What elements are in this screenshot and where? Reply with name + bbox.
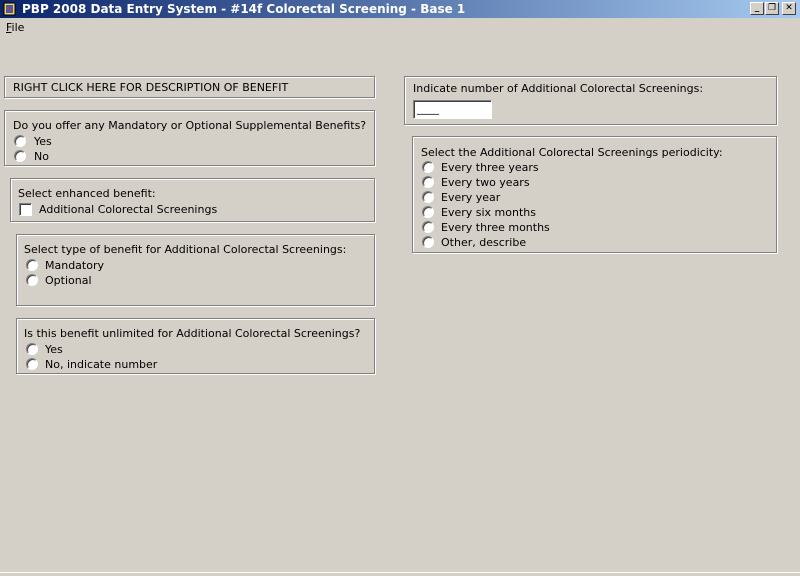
unlimited-group: Is this benefit unlimited for Additional… <box>16 318 375 374</box>
number-label: Indicate number of Additional Colorectal… <box>413 82 704 95</box>
period-other-label: Other, describe <box>441 236 527 249</box>
period-two-years-label: Every two years <box>441 176 530 189</box>
type-optional-label: Optional <box>45 274 92 287</box>
additional-screenings-checkbox[interactable] <box>19 203 32 216</box>
unlimited-question: Is this benefit unlimited for Additional… <box>24 327 361 340</box>
period-every-year-radio[interactable] <box>422 191 434 203</box>
unlimited-yes-radio[interactable] <box>26 343 38 355</box>
description-link[interactable]: RIGHT CLICK HERE FOR DESCRIPTION OF BENE… <box>13 81 288 94</box>
window-title: PBP 2008 Data Entry System - #14f Colore… <box>22 2 466 16</box>
enhanced-benefit-label: Select enhanced benefit: <box>18 187 156 200</box>
status-divider <box>0 572 800 573</box>
period-three-months-radio[interactable] <box>422 221 434 233</box>
period-other-radio[interactable] <box>422 236 434 248</box>
offer-yes-radio[interactable] <box>14 135 26 147</box>
offer-question: Do you offer any Mandatory or Optional S… <box>13 119 367 132</box>
number-input[interactable]: ____ <box>413 100 492 119</box>
offer-no-label: No <box>34 150 49 163</box>
benefit-type-group: Select type of benefit for Additional Co… <box>16 234 375 306</box>
unlimited-yes-label: Yes <box>45 343 63 356</box>
menu-bar: File <box>0 19 800 37</box>
title-bar: PBP 2008 Data Entry System - #14f Colore… <box>0 0 800 18</box>
number-group: Indicate number of Additional Colorectal… <box>404 76 777 125</box>
close-button[interactable]: ✕ <box>782 2 796 15</box>
period-six-months-radio[interactable] <box>422 206 434 218</box>
offer-group: Do you offer any Mandatory or Optional S… <box>4 110 375 166</box>
period-two-years-radio[interactable] <box>422 176 434 188</box>
additional-screenings-label: Additional Colorectal Screenings <box>39 203 218 216</box>
benefit-type-question: Select type of benefit for Additional Co… <box>24 243 347 256</box>
enhanced-benefit-group: Select enhanced benefit: Additional Colo… <box>10 178 375 222</box>
minimize-button[interactable]: _ <box>750 2 764 15</box>
period-three-years-radio[interactable] <box>422 161 434 173</box>
type-optional-radio[interactable] <box>26 274 38 286</box>
description-panel[interactable]: RIGHT CLICK HERE FOR DESCRIPTION OF BENE… <box>4 76 375 98</box>
offer-no-radio[interactable] <box>14 150 26 162</box>
type-mandatory-radio[interactable] <box>26 259 38 271</box>
periodicity-group: Select the Additional Colorectal Screeni… <box>412 136 777 253</box>
period-every-year-label: Every year <box>441 191 501 204</box>
period-six-months-label: Every six months <box>441 206 536 219</box>
app-book-icon <box>3 2 16 16</box>
offer-yes-label: Yes <box>34 135 52 148</box>
restore-button[interactable]: ❐ <box>765 2 779 15</box>
menu-file[interactable]: File <box>6 21 24 34</box>
period-three-years-label: Every three years <box>441 161 539 174</box>
periodicity-label: Select the Additional Colorectal Screeni… <box>421 146 723 159</box>
unlimited-no-radio[interactable] <box>26 358 38 370</box>
type-mandatory-label: Mandatory <box>45 259 105 272</box>
period-three-months-label: Every three months <box>441 221 550 234</box>
unlimited-no-label: No, indicate number <box>45 358 158 371</box>
